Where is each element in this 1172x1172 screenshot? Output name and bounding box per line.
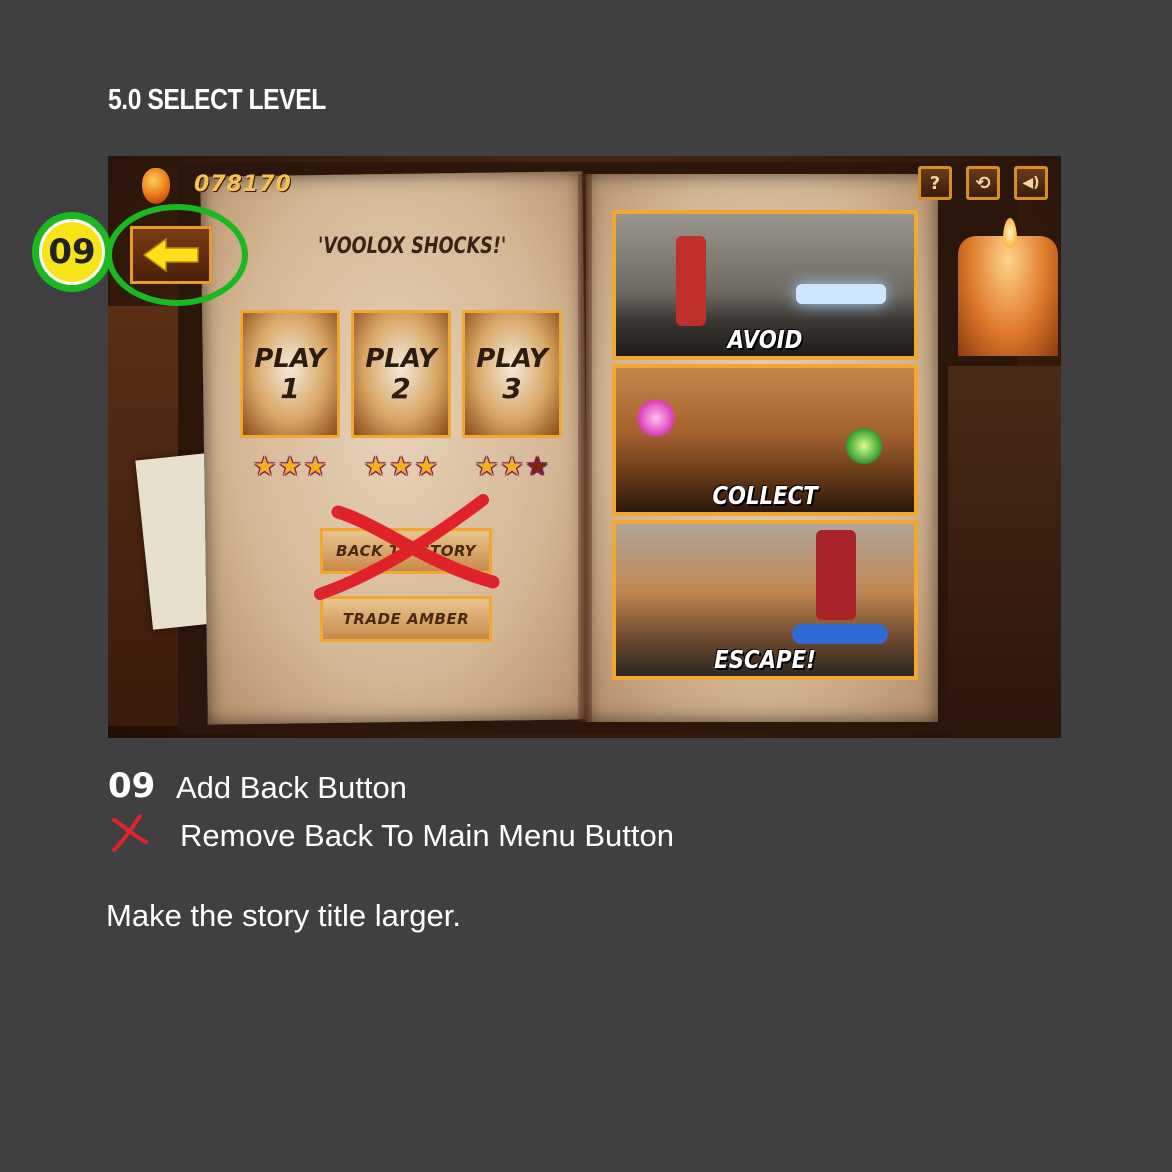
spark-effect [636, 398, 676, 438]
avoid-label: AVOID [727, 325, 803, 354]
annotation-badge: 09 [32, 212, 112, 292]
note-1-text: Add Back Button [176, 770, 407, 805]
level-1-stars: ★ ★ ★ [240, 452, 340, 480]
note-1-number: 09 [108, 766, 156, 806]
annotation-highlight [106, 204, 248, 306]
collect-label: COLLECT [712, 481, 818, 510]
level-number: 1 [280, 372, 300, 405]
book-spine [578, 174, 592, 722]
level-3-stars: ★ ★ ★ [462, 452, 562, 480]
sound-button[interactable]: ◀) [1014, 166, 1048, 200]
star-icon: ★ [500, 451, 524, 481]
cross-icon [112, 814, 148, 852]
star-icon: ★ [389, 451, 413, 481]
hoverboard [792, 624, 888, 644]
help-button[interactable]: ? [918, 166, 952, 200]
player-figure [676, 236, 706, 326]
laser-beam [796, 284, 886, 304]
star-icon: ★ [253, 451, 277, 481]
amber-icon [142, 168, 170, 204]
star-icon: ★ [364, 451, 388, 481]
star-icon: ★ [475, 451, 499, 481]
remove-cross-icon [314, 494, 500, 600]
play-label: PLAY [365, 344, 437, 374]
story-title: 'VOOLOX SHOCKS!' [318, 234, 507, 259]
escape-label: ESCAPE! [714, 645, 816, 674]
play-label: PLAY [476, 344, 548, 374]
collect-panel: COLLECT [612, 364, 918, 516]
annotation-badge-number: 09 [42, 222, 102, 282]
candle-icon [958, 236, 1058, 356]
note-2-text: Remove Back To Main Menu Button [180, 818, 674, 853]
play-level-1-button[interactable]: PLAY 1 [240, 310, 340, 438]
restart-button[interactable]: ⟲ [966, 166, 1000, 200]
note-paragraph: Make the story title larger. [106, 898, 461, 933]
play-label: PLAY [254, 344, 326, 374]
game-screenshot: 078170 ? ⟲ ◀) 'VOOLOX SHOCKS!' PLAY 1 PL… [108, 156, 1061, 738]
avoid-panel: AVOID [612, 210, 918, 360]
amber-score: 078170 [194, 172, 292, 197]
escape-panel: ESCAPE! [612, 520, 918, 680]
play-level-2-button[interactable]: PLAY 2 [351, 310, 451, 438]
star-empty-icon: ★ [525, 451, 549, 481]
play-level-3-button[interactable]: PLAY 3 [462, 310, 562, 438]
star-icon: ★ [414, 451, 438, 481]
green-target-icon [846, 428, 882, 464]
star-icon: ★ [278, 451, 302, 481]
level-2-stars: ★ ★ ★ [351, 452, 451, 480]
star-icon: ★ [303, 451, 327, 481]
level-number: 3 [502, 372, 522, 405]
background-books [948, 366, 1061, 738]
level-number: 2 [391, 372, 411, 405]
player-figure [816, 530, 856, 620]
section-title: 5.0 SELECT LEVEL [108, 84, 326, 116]
